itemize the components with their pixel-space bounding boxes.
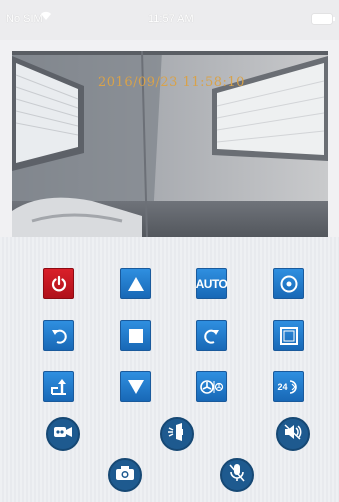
stop-square-icon: [128, 328, 144, 344]
fan-icon: [199, 379, 224, 395]
rotate-right-icon: [203, 327, 221, 345]
target-circle-icon: [279, 274, 299, 294]
rotate-right-button[interactable]: [196, 320, 227, 351]
step-up-arrow-icon: [50, 378, 68, 396]
carrier-label: No SIM: [6, 13, 43, 25]
battery-icon: [312, 14, 335, 24]
video-camera-icon: [53, 425, 73, 444]
camera-video-feed[interactable]: 2016/09/23 11:58:10: [12, 51, 328, 237]
camera-icon: [115, 465, 135, 486]
status-time: 11:57 AM: [148, 13, 194, 25]
speaker-icon: [167, 422, 187, 446]
tilt-up-button[interactable]: [120, 268, 151, 299]
auto-button[interactable]: AUTO: [195, 268, 228, 299]
tilt-down-button[interactable]: [120, 371, 151, 402]
power-button[interactable]: [43, 268, 74, 299]
arrow-up-icon: [127, 276, 145, 292]
timer-button[interactable]: 24: [273, 371, 304, 402]
fan-speed-button[interactable]: [196, 371, 227, 402]
talk-button[interactable]: [160, 417, 194, 451]
snapshot-button[interactable]: [108, 458, 142, 492]
power-icon: [50, 275, 68, 293]
mute-speaker-button[interactable]: [276, 417, 310, 451]
speaker-mute-icon: [283, 423, 303, 446]
auto-label: AUTO: [195, 276, 228, 291]
arrow-down-icon: [127, 379, 145, 395]
rotate-left-icon: [50, 327, 68, 345]
stop-button[interactable]: [120, 320, 151, 351]
frame-square-icon: [279, 326, 299, 346]
video-timestamp: 2016/09/23 11:58:10: [98, 75, 245, 90]
video-record-button[interactable]: [46, 417, 80, 451]
rotate-left-button[interactable]: [43, 320, 74, 351]
mute-mic-button[interactable]: [220, 458, 254, 492]
microphone-mute-icon: [228, 463, 246, 488]
raise-button[interactable]: [43, 371, 74, 402]
status-bar: No SIM 11:57 AM: [0, 0, 339, 40]
wifi-icon: [40, 11, 52, 21]
timer-label: 24: [277, 381, 288, 392]
timer-24-icon: 24: [277, 379, 299, 395]
record-target-button[interactable]: [273, 268, 304, 299]
fullscreen-button[interactable]: [273, 320, 304, 351]
